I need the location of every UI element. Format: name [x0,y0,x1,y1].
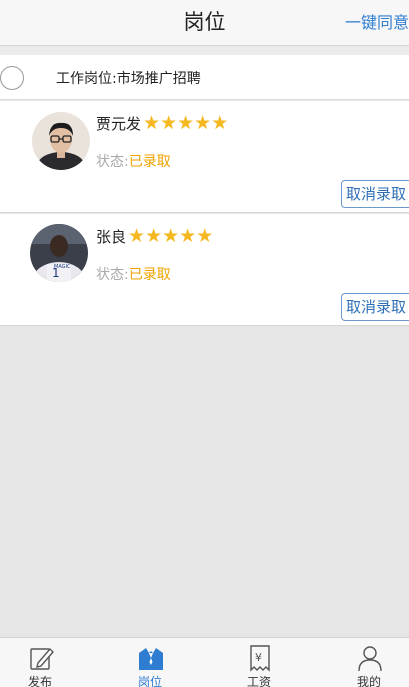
avatar [32,112,90,170]
tab-label: 岗位 [137,675,162,687]
star-icon: ★ [196,225,214,247]
candidate-status: 状态:已录取 [96,264,171,284]
avatar: 1 MAGIC [30,224,88,282]
tab-label: 工资 [246,675,271,687]
star-icon: ★ [160,112,178,134]
section-divider [0,47,409,55]
tab-positions[interactable]: 岗位 [110,638,190,687]
svg-text:MAGIC: MAGIC [54,264,71,270]
status-value: 已录取 [128,267,171,283]
star-icon: ★ [211,112,229,134]
candidate-name-row: 贾元发 ★ ★ ★ ★ ★ [96,113,228,134]
status-label: 状态: [96,267,129,283]
job-title: 工作岗位:市场推广招聘 [56,71,201,87]
candidate-name: 张良 [96,228,127,246]
top-nav-bar: 岗位 一键同意 [0,0,409,46]
agree-all-button[interactable]: 一键同意 [345,9,409,33]
cancel-admission-button[interactable]: 取消录取 [341,293,409,321]
tab-salary[interactable]: ¥ 工资 [219,638,299,687]
star-icon: ★ [179,225,197,247]
tab-label: 我的 [356,675,381,687]
candidate-card[interactable]: 贾元发 ★ ★ ★ ★ ★ 状态:已录取 取消录取 [0,101,409,213]
tab-profile[interactable]: 我的 [329,638,409,687]
bottom-tab-bar: 发布 岗位 ¥ 工资 我的 [0,637,409,687]
job-header: 工作岗位:市场推广招聘 [0,55,409,100]
receipt-yen-icon: ¥ [247,644,273,672]
star-icon: ★ [145,225,163,247]
tab-label: 发布 [27,675,52,687]
uniform-icon [138,644,164,672]
status-value: 已录取 [128,154,171,170]
star-icon: ★ [162,225,180,247]
candidate-name-row: 张良 ★ ★ ★ ★ ★ [96,226,213,247]
candidate-name: 贾元发 [96,115,142,133]
cancel-admission-button[interactable]: 取消录取 [341,180,409,208]
person-icon [357,644,383,672]
star-icon: ★ [143,112,161,134]
svg-text:¥: ¥ [255,651,262,664]
star-icon: ★ [128,225,146,247]
select-all-radio[interactable] [0,66,24,90]
edit-icon [28,644,54,672]
status-label: 状态: [96,154,129,170]
star-icon: ★ [177,112,195,134]
candidate-card[interactable]: 1 MAGIC 张良 ★ ★ ★ ★ ★ 状态:已录取 取消录取 [0,214,409,326]
star-icon: ★ [194,112,212,134]
candidate-status: 状态:已录取 [96,151,171,171]
tab-publish[interactable]: 发布 [0,638,80,687]
